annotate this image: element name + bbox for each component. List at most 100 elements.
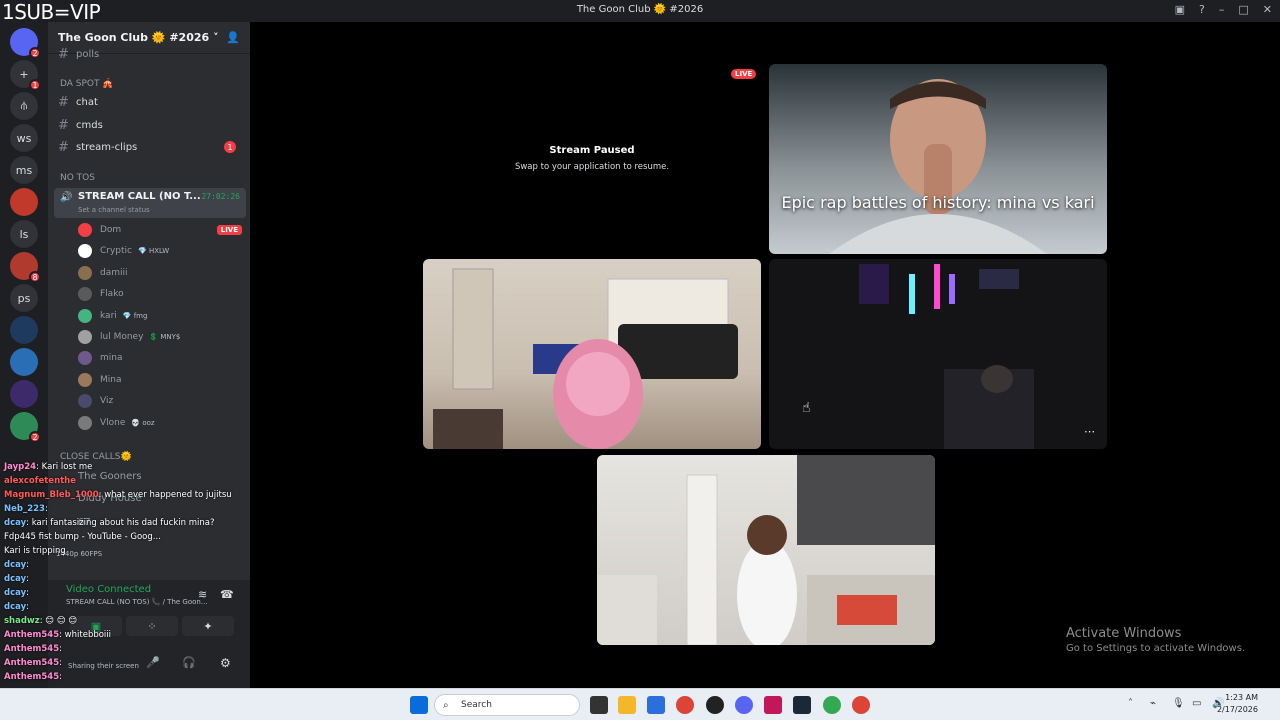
voice-member[interactable]: Vlone 💀 ooz <box>78 413 242 433</box>
voice-member[interactable]: Flako <box>78 284 242 304</box>
settings-gear-icon[interactable]: ⚙ <box>220 656 231 670</box>
inbox-icon[interactable]: ▣ <box>1175 3 1185 16</box>
server-icon[interactable] <box>10 380 38 408</box>
chrome-alt-icon[interactable] <box>823 696 841 714</box>
voice-channel-link[interactable]: STREAM CALL (NO TOS) 📞 / The Goon... <box>66 598 208 606</box>
server-icon[interactable]: ⫛ <box>10 92 38 120</box>
soundboard-button[interactable]: ✦ <box>182 616 234 636</box>
server-badge: 2 <box>29 431 41 443</box>
chat-username: dcay <box>4 518 27 528</box>
voice-timer: 27:02:26 <box>201 192 240 201</box>
member-name: lul Money <box>100 332 144 342</box>
server-icon[interactable]: 2 <box>10 412 41 443</box>
server-icon[interactable] <box>10 316 38 344</box>
voice-member[interactable]: kari 💎 fmg <box>78 306 242 326</box>
chrome-profile-icon[interactable] <box>852 696 870 714</box>
stream-tile-screen[interactable] <box>769 64 1107 254</box>
server-icon[interactable]: ls <box>10 220 38 248</box>
server-badge: 2 <box>29 47 41 59</box>
channel-status[interactable]: Set a channel status <box>78 206 150 214</box>
chat-text: : <box>59 672 62 682</box>
tile-more-icon[interactable]: ⋯ <box>1084 425 1095 438</box>
help-icon[interactable]: ? <box>1199 3 1205 16</box>
server-icon[interactable]: ms <box>10 156 38 184</box>
avatar <box>78 308 92 323</box>
category-da-spot[interactable]: DA SPOT 🎪 <box>60 79 114 89</box>
invite-icon[interactable]: 👤 <box>226 31 240 44</box>
voice-member[interactable]: Cryptic 💎 HXLW <box>78 241 242 261</box>
server-icon[interactable]: 2 <box>10 28 41 59</box>
camera-tile-kitchen[interactable] <box>597 455 935 645</box>
file-explorer-icon[interactable] <box>618 696 636 714</box>
voice-channel-stream-call[interactable]: 🔊 STREAM CALL (NO T... 27:02:26 Set a ch… <box>54 188 246 218</box>
disconnect-icon[interactable]: ☎ <box>220 588 234 601</box>
camera-tile-living-room[interactable] <box>423 259 761 449</box>
stream-paused-title: Stream Paused <box>549 145 635 156</box>
chat-username: Neb_223 <box>4 504 45 514</box>
unread-badge: 1 <box>224 141 236 153</box>
voice-member[interactable]: Mina <box>78 370 242 390</box>
taskbar-search[interactable]: ⌕ Search <box>434 694 580 716</box>
category-close-calls[interactable]: CLOSE CALLS🌞 <box>60 452 132 462</box>
activities-button[interactable]: ⁘ <box>126 616 178 636</box>
server-icon[interactable]: ps <box>10 284 38 312</box>
member-name: mina <box>100 353 123 364</box>
avatar <box>78 330 92 344</box>
chat-message: Anthem545: <box>4 644 62 654</box>
camera-tile-dark-room[interactable]: ⋯ <box>769 259 1107 449</box>
obs-icon[interactable] <box>706 696 724 714</box>
server-icon[interactable]: 8 <box>10 252 41 283</box>
voice-status: Video Connected <box>66 584 152 595</box>
maximize-button[interactable]: □ <box>1238 3 1248 16</box>
server-label: ls <box>19 227 29 241</box>
server-icon[interactable]: +1 <box>10 60 41 91</box>
chat-message: dcay: <box>4 560 29 570</box>
channel-stream-clips[interactable]: # stream-clips 1 <box>58 137 244 157</box>
voice-channel-gooners[interactable]: The Gooners <box>78 466 250 486</box>
network-icon[interactable]: ⌁ <box>1150 698 1156 709</box>
start-icon[interactable] <box>410 696 428 714</box>
channel-chat[interactable]: # chat <box>58 92 244 112</box>
minimize-button[interactable]: – <box>1219 3 1225 16</box>
voice-member[interactable]: mina <box>78 348 242 368</box>
noise-suppression-icon[interactable]: ≋ <box>198 588 207 601</box>
chrome-icon[interactable] <box>676 696 694 714</box>
chat-text: Kari is tripping <box>4 546 66 556</box>
windows-taskbar: ⌕ Search ˄ ⌁ 🎙 ▭ 🔊 1:23 AM 2/17/2026 <box>0 688 1280 720</box>
voice-member[interactable]: lul Money 💲 MNY$ <box>78 327 242 347</box>
mic-tray-icon[interactable]: 🎙 <box>1172 698 1185 709</box>
tray-chevron-icon[interactable]: ˄ <box>1128 698 1133 709</box>
store-icon[interactable] <box>647 696 665 714</box>
chat-text: : what ever happened to jujitsu <box>98 490 232 500</box>
member-name: Mina <box>100 374 122 385</box>
chat-text: : <box>26 560 30 570</box>
chat-message: Anthem545: whitebboiii <box>4 630 111 640</box>
member-tag: 💎 fmg <box>122 311 148 320</box>
sharing-status: Sharing their screen <box>68 662 139 670</box>
member-name: kari <box>100 310 117 321</box>
clock-time[interactable]: 1:23 AM <box>1225 693 1258 702</box>
headphones-icon[interactable]: 🎧 <box>182 656 196 669</box>
voice-member[interactable]: Dom LIVE <box>78 220 242 240</box>
face-image <box>829 79 1047 254</box>
voice-member[interactable]: Viz <box>78 391 242 411</box>
server-icon[interactable]: ws <box>10 124 38 152</box>
discord-icon[interactable] <box>735 696 753 714</box>
channel-polls[interactable]: # polls <box>58 44 244 64</box>
mic-icon[interactable]: 🎤 <box>146 656 160 669</box>
display-icon[interactable]: ▭ <box>1192 698 1201 709</box>
server-icon[interactable] <box>10 188 38 216</box>
close-button[interactable]: ✕ <box>1263 3 1272 16</box>
activate-windows-title: Activate Windows <box>1066 626 1182 641</box>
category-no-tos[interactable]: NO TOS <box>60 173 95 183</box>
voice-member[interactable]: damiii <box>78 263 242 283</box>
server-icon[interactable] <box>10 348 38 376</box>
chat-text: : Kari lost me <box>36 462 93 472</box>
clock-date[interactable]: 2/17/2026 <box>1217 705 1258 714</box>
channel-cmds[interactable]: # cmds <box>58 115 244 135</box>
app-a-icon[interactable] <box>764 696 782 714</box>
task-view-icon[interactable] <box>590 696 608 714</box>
chat-message: dcay: <box>4 574 29 584</box>
cursor-icon: ☝ <box>802 400 811 416</box>
steam-icon[interactable] <box>793 696 811 714</box>
